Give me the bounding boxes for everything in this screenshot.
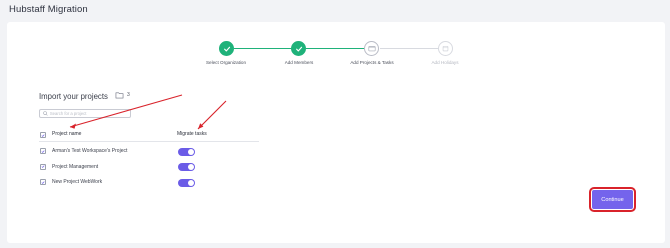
step-3-label: Add Projects & Tasks <box>350 60 394 65</box>
section-title: Import your projects <box>39 92 108 101</box>
row-checkbox[interactable] <box>40 179 46 185</box>
calendar-icon <box>442 46 449 52</box>
select-all-checkbox[interactable] <box>40 132 46 138</box>
table-row: Project Management <box>39 160 259 176</box>
column-header-project-name[interactable]: Project name <box>52 131 81 137</box>
migration-card: Select Organization Add Members Add Proj… <box>7 22 665 243</box>
projects-table: Project name Migrate tasks Arman's Test … <box>39 129 259 191</box>
project-count-badge: 3 <box>115 91 130 99</box>
toggle-knob <box>188 164 194 170</box>
step-3-circle <box>364 41 379 56</box>
migrate-toggle[interactable] <box>178 163 195 171</box>
check-icon <box>41 180 45 184</box>
step-1-circle <box>219 41 234 56</box>
migrate-toggle[interactable] <box>178 147 195 156</box>
step-1-label: Select Organization <box>205 60 247 65</box>
folder-icon <box>115 92 124 99</box>
row-checkbox[interactable] <box>40 163 46 170</box>
project-search[interactable] <box>39 109 131 118</box>
table-header: Project name Migrate tasks <box>39 129 259 142</box>
step-4-label: Add Holidays <box>431 60 459 65</box>
step-4-circle <box>438 41 453 56</box>
step-connector <box>306 48 372 49</box>
row-checkbox[interactable] <box>40 148 46 154</box>
continue-button[interactable]: Continue <box>589 187 636 212</box>
project-count: 3 <box>127 92 130 98</box>
check-icon <box>41 165 45 168</box>
check-icon <box>223 46 230 51</box>
app-title: Hubstaff Migration <box>9 4 88 15</box>
table-row: New Project WebWork <box>39 175 259 191</box>
project-name: New Project WebWork <box>52 179 103 185</box>
step-connector <box>234 48 298 49</box>
search-icon <box>43 111 48 116</box>
progress-stepper: Select Organization Add Members Add Proj… <box>7 22 665 92</box>
toggle-knob <box>188 148 194 155</box>
step-connector <box>380 48 446 49</box>
column-header-migrate-tasks: Migrate tasks <box>177 131 207 137</box>
check-icon <box>41 133 45 137</box>
migrate-toggle[interactable] <box>178 178 195 187</box>
toggle-knob <box>188 179 194 186</box>
step-2-label: Add Members <box>284 60 314 65</box>
step-2-circle <box>291 41 306 56</box>
check-icon <box>295 46 302 51</box>
search-input[interactable] <box>49 111 130 116</box>
project-name: Project Management <box>52 163 99 170</box>
project-name: Arman's Test Workspace's Project <box>52 148 128 154</box>
folder-icon <box>367 46 376 52</box>
check-icon <box>41 149 45 153</box>
table-row: Arman's Test Workspace's Project <box>39 144 259 160</box>
